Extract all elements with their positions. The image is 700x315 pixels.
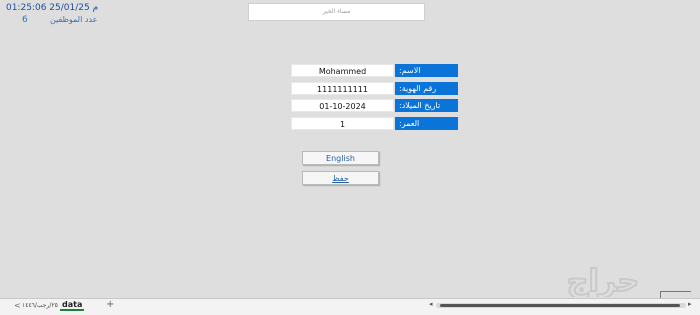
age-field[interactable]: 1 bbox=[291, 117, 394, 130]
scroll-left-icon[interactable]: ◂ bbox=[429, 300, 433, 308]
datetime-display: 01:25:06 25/01/25 م bbox=[6, 3, 99, 13]
haraj-watermark-logo: حراج bbox=[566, 263, 640, 297]
id-label: رقم الهوية: bbox=[395, 82, 458, 95]
name-field[interactable]: Mohammed bbox=[291, 64, 394, 77]
tab-nav-left-icon[interactable]: < bbox=[14, 301, 21, 310]
employees-count-label: عدد الموظفين bbox=[50, 15, 98, 24]
scroll-right-icon[interactable]: ▸ bbox=[688, 300, 692, 308]
employees-count-value: 6 bbox=[22, 15, 28, 25]
add-sheet-button[interactable]: + bbox=[106, 299, 114, 310]
scrollbar-thumb[interactable] bbox=[440, 304, 680, 307]
age-label: العمر: bbox=[395, 117, 458, 130]
sheet-tab-data[interactable]: data bbox=[60, 300, 85, 311]
sheet-tab-date[interactable]: ٢٥/رجب/١٤٤٦ bbox=[22, 302, 58, 309]
dob-field[interactable]: 01-10-2024 bbox=[291, 99, 394, 112]
id-field[interactable]: 1111111111 bbox=[291, 82, 394, 95]
save-button[interactable]: حفظ bbox=[302, 171, 379, 185]
name-label: الاسم: bbox=[395, 64, 458, 77]
dob-label: تاريخ الميلاد: bbox=[395, 99, 458, 112]
svg-text:حراج: حراج bbox=[567, 264, 639, 297]
greeting-box: مساء الخير bbox=[248, 3, 425, 21]
english-button[interactable]: English bbox=[302, 151, 379, 165]
